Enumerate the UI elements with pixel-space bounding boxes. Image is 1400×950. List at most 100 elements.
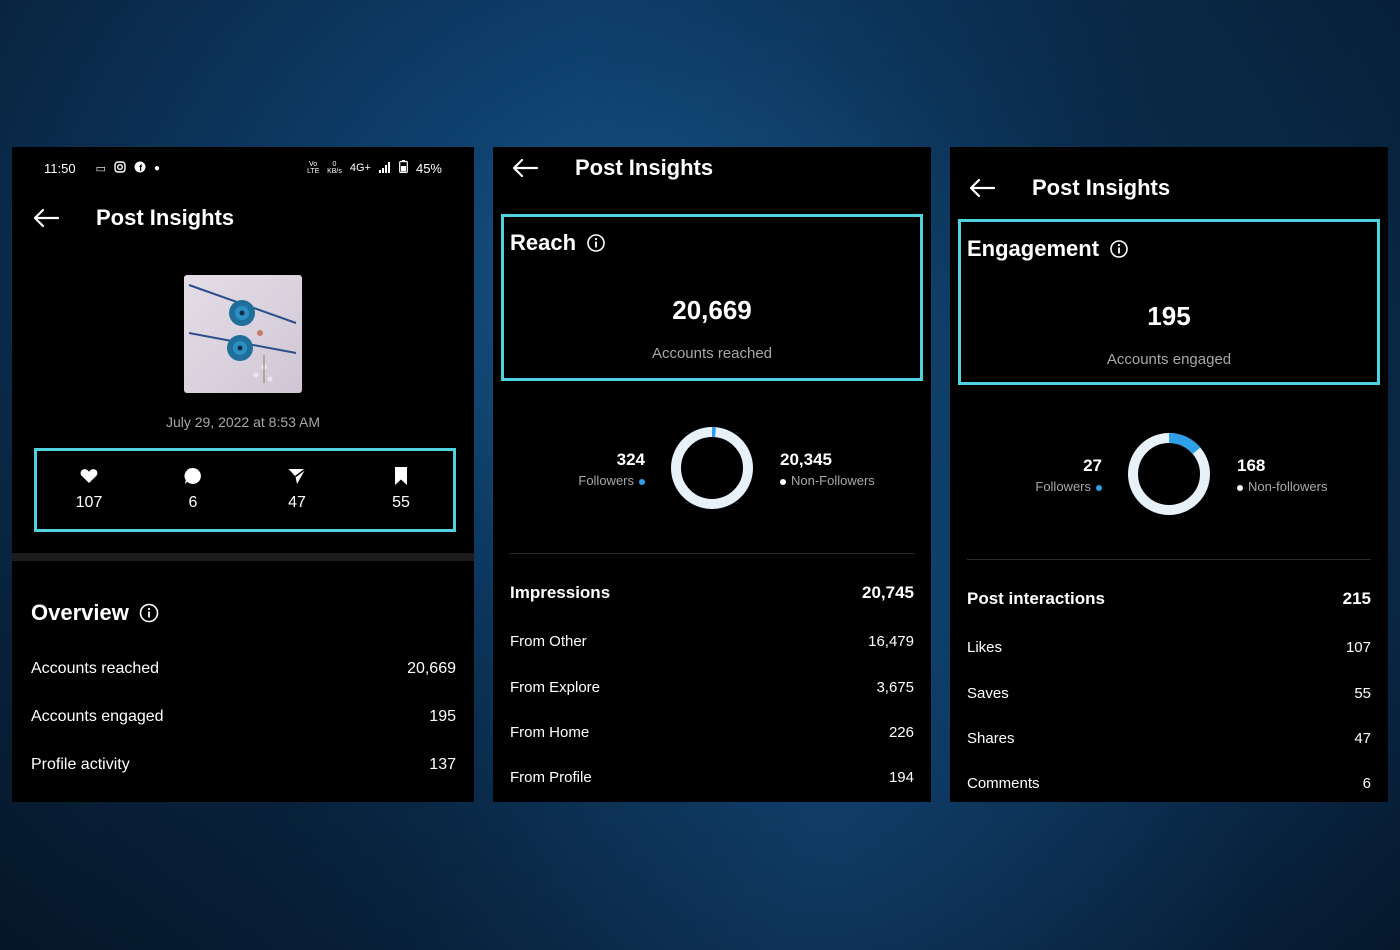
divider (510, 553, 914, 554)
reach-donut (671, 427, 753, 509)
volte-indicator: Vo LTE (307, 161, 320, 175)
interactions-header: Post interactions 215 (967, 589, 1371, 609)
likes-stat: 107 (37, 450, 141, 528)
row-value: 55 (1354, 685, 1371, 702)
engagement-donut (1128, 433, 1210, 515)
impressions-total: 20,745 (862, 583, 914, 602)
nonfollowers-label: Non-Followers (791, 473, 875, 488)
impressions-row: From Profile 194 (510, 769, 914, 786)
shares-stat: 47 (245, 450, 349, 528)
battery-icon (399, 160, 408, 176)
post-date: July 29, 2022 at 8:53 AM (165, 414, 321, 430)
overview-screen: 11:50 ▭ f ● Vo LTE 0 KB/s 4G+ 45% Post I… (12, 147, 474, 802)
row-value: 3,675 (876, 679, 914, 696)
followers-dot (639, 478, 645, 485)
followers-count: 27 (1083, 456, 1102, 475)
interactions-title: Post interactions (967, 589, 1105, 608)
row-label: From Explore (510, 679, 601, 696)
row-label: Shares (967, 730, 1015, 747)
row-value: 20,669 (407, 660, 456, 677)
overview-row[interactable]: Accounts reached 20,669 (31, 660, 456, 678)
row-label: From Other (510, 633, 587, 650)
overview-row[interactable]: Profile activity 137 (31, 756, 456, 774)
comments-stat: 6 (141, 450, 245, 528)
impressions-row: From Explore 3,675 (510, 679, 914, 696)
divider (967, 559, 1371, 560)
row-label: Accounts engaged (31, 708, 164, 725)
back-arrow-icon[interactable] (32, 208, 60, 228)
facebook-icon: f (134, 161, 146, 176)
network-type: 4G+ (349, 162, 371, 174)
reach-title-text: Reach (510, 230, 577, 255)
info-icon[interactable] (1109, 239, 1129, 259)
row-value: 6 (1362, 775, 1371, 792)
status-bar: 11:50 ▭ f ● Vo LTE 0 KB/s 4G+ 45% (44, 158, 442, 178)
followers-count: 324 (616, 450, 645, 469)
engagement-subtitle: Accounts engaged (1106, 351, 1232, 368)
reach-value: 20,669 (672, 295, 752, 325)
row-label: Accounts reached (31, 660, 160, 677)
nonfollowers-count: 20,345 (780, 450, 832, 469)
shares-count: 47 (288, 494, 306, 511)
heart-icon (80, 469, 98, 483)
header: Post Insights (32, 205, 234, 231)
row-value: 107 (1345, 639, 1371, 656)
row-value: 195 (429, 708, 456, 725)
overview-row[interactable]: Accounts engaged 195 (31, 708, 456, 726)
row-label: Profile activity (31, 756, 130, 773)
engagement-audience-chart: 27 Followers 168 Non-followers (950, 429, 1388, 519)
followers-dot (1096, 484, 1102, 491)
page-title: Post Insights (96, 205, 235, 230)
overview-title-text: Overview (31, 600, 129, 625)
engagement-title: Engagement (967, 236, 1129, 262)
post-image (188, 284, 297, 383)
header: Post Insights (968, 175, 1170, 201)
row-value: 194 (888, 769, 914, 786)
followers-legend: 27 Followers (1035, 456, 1102, 494)
engagement-value: 195 (1147, 301, 1191, 331)
followers-label: Followers (578, 473, 634, 488)
row-value: 226 (888, 724, 914, 741)
instagram-icon (114, 160, 126, 176)
row-label: Likes (967, 639, 1003, 656)
impressions-header: Impressions 20,745 (510, 583, 914, 603)
overview-title: Overview (31, 600, 159, 626)
engagement-screen: Post Insights Engagement 195 Accounts en… (950, 147, 1388, 802)
reach-subtitle: Accounts reached (651, 345, 773, 362)
impressions-row: From Home 226 (510, 724, 914, 741)
notification-icon: ▭ (95, 162, 106, 175)
network-speed: 0 KB/s (327, 161, 342, 175)
back-arrow-icon[interactable] (511, 158, 539, 178)
network-speed-unit: KB/s (327, 168, 342, 175)
impressions-row: From Other 16,479 (510, 633, 914, 650)
comment-icon (184, 467, 201, 484)
row-value: 137 (429, 756, 456, 773)
status-time: 11:50 (44, 160, 76, 176)
interactions-row: Likes 107 (967, 639, 1371, 656)
info-icon[interactable] (586, 233, 606, 253)
comments-count: 6 (188, 494, 198, 511)
saves-count: 55 (392, 494, 410, 511)
likes-count: 107 (75, 494, 103, 511)
nonfollowers-legend: 168 Non-followers (1237, 456, 1327, 494)
section-divider (12, 553, 474, 561)
send-icon (288, 468, 306, 484)
header: Post Insights (511, 155, 713, 181)
row-label: From Home (510, 724, 590, 741)
impressions-title: Impressions (510, 583, 611, 602)
interactions-total: 215 (1342, 589, 1371, 608)
bookmark-icon (395, 467, 407, 485)
row-label: Comments (967, 775, 1040, 792)
network-speed-value: 0 (332, 161, 337, 168)
reach-title: Reach (510, 230, 606, 256)
row-label: Saves (967, 685, 1009, 702)
nonfollowers-count: 168 (1237, 456, 1266, 475)
nonfollowers-dot (780, 478, 786, 485)
back-arrow-icon[interactable] (968, 178, 996, 198)
donut-nonfollowers-arc (671, 427, 753, 509)
row-label: From Profile (510, 769, 592, 786)
battery-percent: 45% (415, 160, 442, 176)
signal-icon (378, 161, 391, 176)
info-icon[interactable] (139, 603, 159, 623)
post-thumbnail[interactable] (184, 275, 302, 393)
